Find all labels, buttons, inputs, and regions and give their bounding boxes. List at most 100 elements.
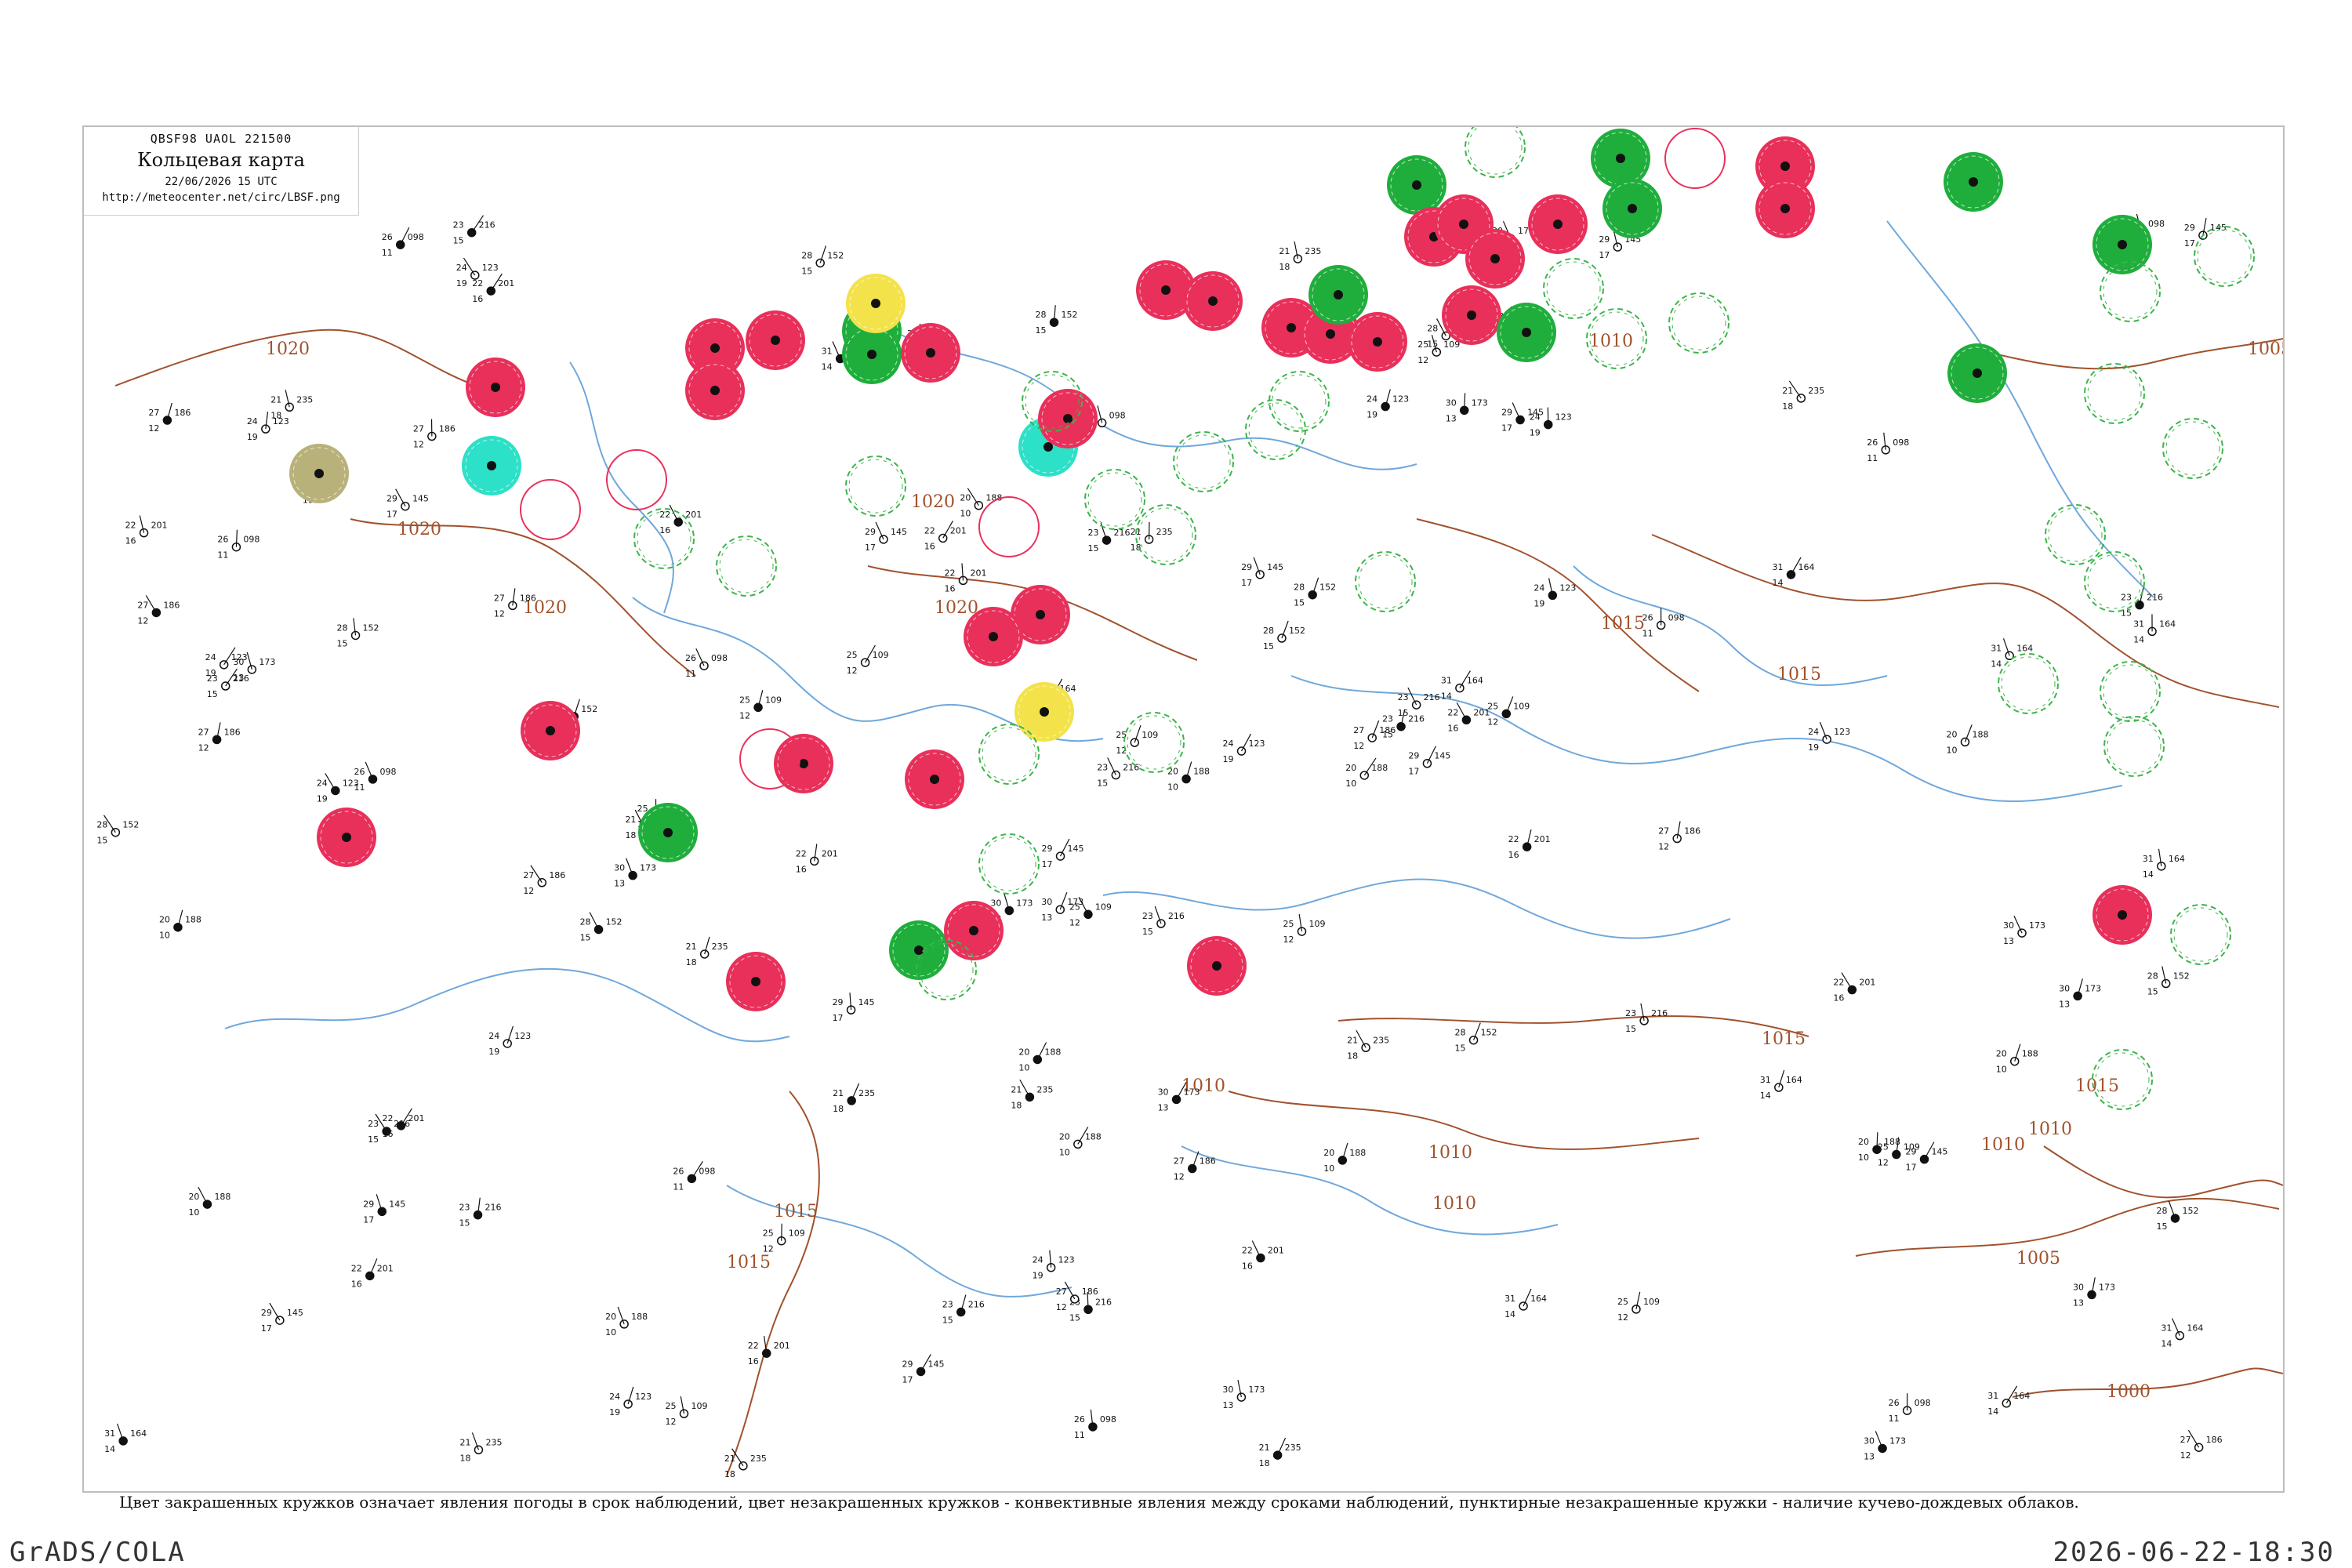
- pressure-value: 216: [1114, 528, 1131, 538]
- temperature-value: 27: [198, 727, 209, 737]
- temperature-value: 22: [1508, 834, 1519, 844]
- cb-cloud-ring: [2084, 551, 2145, 612]
- temperature-value: 25: [739, 695, 750, 705]
- station-plot: 186 27 12: [137, 595, 180, 626]
- dewpoint-value: 14: [2143, 869, 2154, 880]
- temperature-value: 24: [247, 416, 258, 426]
- pressure-value: 173: [1184, 1087, 1200, 1097]
- temperature-value: 23: [1625, 1008, 1636, 1018]
- map-url[interactable]: http://meteocenter.net/circ/LBSF.png: [84, 191, 358, 204]
- station-dot: [1208, 296, 1218, 306]
- pressure-value: 152: [122, 820, 139, 830]
- station-plot: 0982611: [354, 761, 396, 793]
- isobar-line: [1855, 1197, 2280, 1257]
- temperature-value: 21: [686, 942, 697, 952]
- pressure-value: 152: [1289, 626, 1305, 636]
- pressure-value: 164: [2187, 1323, 2203, 1334]
- weather-circle: [638, 803, 698, 862]
- dewpoint-value: 15: [1097, 779, 1108, 789]
- temperature-value: 25: [1283, 919, 1294, 929]
- isobar-labels: 1020 1020 1020 1020 1015 1015 1015 1015 …: [266, 332, 2283, 1402]
- pressure-value: 145: [1434, 751, 1450, 761]
- station-plot: 145 29 17: [363, 1194, 405, 1225]
- dewpoint-value: 12: [494, 608, 505, 619]
- river-line: [1290, 675, 2123, 802]
- pressure-value: 186: [1200, 1156, 1216, 1167]
- pressure-value: 201: [498, 278, 514, 289]
- station-plot: 186 27 12: [1174, 1151, 1216, 1182]
- temperature-value: 24: [1033, 1255, 1044, 1265]
- dewpoint-value: 15: [207, 689, 218, 699]
- pressure-value: 123: [1392, 394, 1409, 405]
- dewpoint-value: 10: [1167, 782, 1178, 793]
- weather-circle: [1543, 258, 1604, 319]
- isobar-label: 1005: [2248, 339, 2283, 359]
- station-plot: 216 23 15: [459, 1197, 502, 1229]
- wind-barb: [1107, 757, 1116, 775]
- station-plot: 235 21 18: [686, 936, 728, 967]
- temperature-value: 30: [1222, 1385, 1233, 1395]
- cb-cloud-ring-inner: [1248, 402, 1303, 457]
- weather-circle: [905, 750, 964, 809]
- weather-circle: [774, 734, 833, 793]
- temperature-value: 24: [488, 1031, 499, 1041]
- station-plot: 173 30 13: [1864, 1431, 1906, 1461]
- dewpoint-value: 11: [1867, 453, 1878, 463]
- station-dot: [969, 926, 978, 935]
- dewpoint-value: 17: [865, 543, 876, 553]
- dewpoint-value: 15: [368, 1134, 379, 1145]
- station-plot: 0982611: [382, 227, 424, 258]
- dewpoint-value: 15: [1036, 325, 1047, 336]
- dewpoint-value: 19: [317, 793, 328, 804]
- cb-cloud-ring: [2194, 226, 2255, 287]
- dewpoint-value: 15: [1382, 730, 1393, 740]
- cb-cloud-ring-inner: [1358, 554, 1413, 609]
- dewpoint-value: 14: [2161, 1339, 2172, 1349]
- station-plot: 173 30 13: [1158, 1082, 1200, 1112]
- pressure-value: 123: [635, 1392, 652, 1402]
- temperature-value: 28: [1263, 626, 1274, 636]
- pressure-value: 201: [1268, 1246, 1284, 1256]
- render-timestamp: 2026-06-22-18:30: [2053, 1537, 2335, 1568]
- dewpoint-value: 13: [1158, 1102, 1169, 1112]
- station-plot: 201 22 16: [924, 521, 967, 551]
- temperature-value: 25: [665, 1401, 676, 1411]
- temperature-value: 27: [523, 870, 534, 880]
- temperature-value: 25: [1617, 1297, 1628, 1307]
- weather-circle: [1497, 303, 1556, 362]
- weather-circle: [1308, 265, 1368, 325]
- station-plot: 186 27 12: [523, 865, 565, 896]
- dewpoint-value: 19: [1033, 1271, 1044, 1281]
- dewpoint-value: 15: [459, 1218, 470, 1229]
- temperature-value: 27: [1174, 1156, 1185, 1167]
- dewpoint-value: 15: [1088, 543, 1099, 554]
- dewpoint-value: 11: [1889, 1414, 1900, 1424]
- station-plot: 235 21 18: [459, 1432, 502, 1463]
- pressure-value: 216: [479, 220, 495, 230]
- weather-circle: [746, 310, 805, 370]
- weather-circle: [901, 323, 960, 383]
- temperature-value: 30: [2059, 983, 2070, 993]
- dewpoint-value: 12: [148, 423, 159, 434]
- station-plot: 109 25 12: [665, 1396, 707, 1427]
- wind-barb: [695, 648, 705, 666]
- station-plot: 164 31 14: [1760, 1069, 1802, 1101]
- dewpoint-value: 15: [337, 638, 348, 648]
- station-plot: 145 29 17: [865, 521, 907, 553]
- weather-circle: [1998, 653, 2059, 714]
- weather-circle: [1528, 194, 1588, 254]
- weather-circle: [846, 274, 906, 333]
- temperature-value: 21: [1279, 246, 1290, 256]
- temperature-value: 26: [382, 232, 393, 242]
- pressure-value: 164: [2016, 643, 2033, 653]
- weather-circle: [978, 724, 1040, 785]
- weather-circle: [1355, 551, 1416, 612]
- isobar-label: 1015: [2075, 1076, 2119, 1096]
- pressure-value: 188: [214, 1192, 230, 1202]
- temperature-value: 31: [2161, 1323, 2172, 1334]
- dewpoint-value: 12: [137, 615, 148, 626]
- pressure-value: 201: [408, 1113, 425, 1123]
- pressure-value: 098: [1109, 410, 1126, 420]
- station-dot: [1522, 328, 1531, 337]
- pressure-value: 173: [2029, 920, 2045, 931]
